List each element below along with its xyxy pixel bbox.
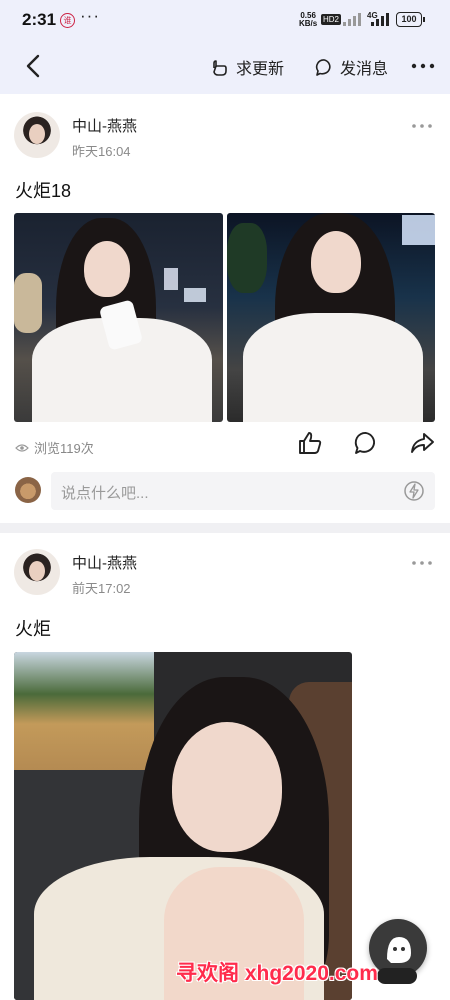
app-notification-icon: 谁 [60,13,75,28]
view-count-text: 浏览119次 [34,441,94,456]
post-more-icon[interactable] [410,555,434,571]
post-divider [0,523,450,533]
top-nav-bar: 求更新 发消息 [0,40,450,94]
post-username[interactable]: 中山-燕燕 [72,552,137,573]
lightning-icon[interactable] [403,480,425,502]
post-text: 火炬18 [15,181,72,201]
chat-bubble-icon [315,58,331,76]
avatar[interactable] [14,112,60,158]
post-photo[interactable] [14,213,223,422]
signal-icon [343,13,361,26]
commenter-avatar [15,477,41,503]
status-bar: 2:31 谁 ··· 0.56 KB/s HD2 4G 100 [0,0,450,40]
post-card: 中山-燕燕 昨天16:04 火炬18 浏览119次 [0,94,450,523]
watermark-text: 寻欢阁 xhg2020.com [176,962,378,985]
post-photo[interactable] [227,213,435,422]
comment-bubble-icon[interactable] [353,430,379,456]
post-time: 前天17:02 [72,581,131,596]
like-thumb-icon[interactable] [297,430,323,456]
status-time: 2:31 [22,10,57,29]
post-username[interactable]: 中山-燕燕 [72,115,137,136]
network-speed: 0.56 KB/s [299,11,318,28]
share-arrow-icon[interactable] [409,430,435,456]
back-arrow-icon[interactable] [20,52,48,80]
post-time: 昨天16:04 [72,144,131,159]
request-update-button[interactable]: 求更新 [210,55,284,79]
hand-point-icon [213,60,227,76]
post-more-icon[interactable] [410,118,434,134]
post-photo[interactable] [14,652,352,1000]
send-message-label: 发消息 [340,61,389,78]
floating-badge [377,968,417,984]
avatar[interactable] [14,549,60,595]
hd-badge: HD2 [321,14,342,25]
post-text: 火炬 [15,619,51,639]
comment-placeholder: 说点什么吧... [61,485,149,502]
comment-input[interactable]: 说点什么吧... [51,472,435,510]
battery-indicator: 100 [396,12,425,27]
more-options-icon[interactable] [410,56,436,76]
view-count: 浏览119次 [15,438,94,457]
send-message-button[interactable]: 发消息 [315,55,388,79]
request-update-label: 求更新 [236,61,285,78]
eye-icon [15,443,29,452]
more-notifications-icon: ··· [80,6,100,25]
signal-icon-2 [371,13,389,26]
